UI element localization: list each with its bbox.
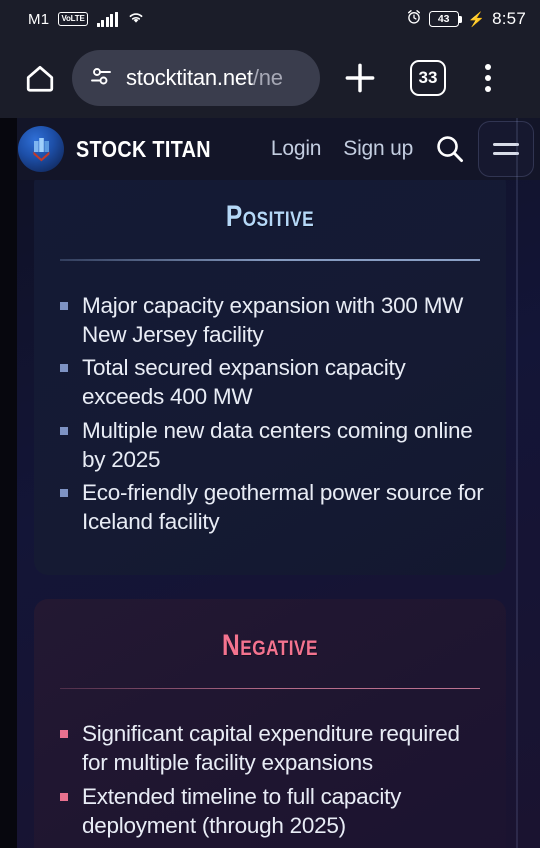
list-item: Significant capital expenditure required… <box>56 719 484 778</box>
status-bar-left: M1 VoLTE <box>28 9 145 29</box>
volte-badge: VoLTE <box>58 12 88 26</box>
list-item: Multiple new data centers coming online … <box>56 416 484 475</box>
positive-card-title: Positive <box>225 200 315 233</box>
alarm-clock-icon <box>406 9 422 30</box>
browser-menu-button[interactable] <box>464 50 512 106</box>
nav-signup-link[interactable]: Sign up <box>343 137 413 161</box>
url-host: stocktitan.net <box>126 65 253 90</box>
nav-login-link[interactable]: Login <box>271 137 322 161</box>
negative-card: Negative Significant capital expenditure… <box>34 598 506 848</box>
plus-icon <box>345 63 375 93</box>
charging-bolt-icon: ⚡ <box>467 10 486 27</box>
page-left-edge <box>0 118 17 848</box>
home-icon <box>26 65 54 92</box>
url-text[interactable]: stocktitan.net/ne <box>126 65 283 91</box>
kebab-menu-icon <box>485 75 491 81</box>
kebab-menu-icon <box>485 86 491 92</box>
search-button[interactable] <box>433 132 467 166</box>
tab-switcher-button[interactable]: 33 <box>402 52 454 104</box>
new-tab-button[interactable] <box>332 50 388 106</box>
battery-indicator: 43 <box>428 11 462 27</box>
tune-settings-icon[interactable] <box>88 65 114 92</box>
browser-toolbar: stocktitan.net/ne 33 <box>0 38 540 118</box>
search-icon <box>437 136 464 162</box>
negative-divider <box>60 687 480 689</box>
list-item: Extended timeline to full capacity deplo… <box>56 782 484 841</box>
positive-divider <box>60 259 480 261</box>
list-item: Major capacity expansion with 300 MW New… <box>56 291 484 350</box>
status-bar-right: 43 ⚡ 8:57 <box>406 9 526 30</box>
tab-count-label: 33 <box>410 60 446 96</box>
positive-bullet-list: Major capacity expansion with 300 MW New… <box>56 291 484 537</box>
site-header: STOCK TITAN Login Sign up <box>0 118 540 180</box>
list-item: Total secured expansion capacity exceeds… <box>56 353 484 412</box>
negative-card-title: Negative <box>221 628 319 662</box>
vertical-scrollbar[interactable] <box>516 118 518 848</box>
stock-titan-logo-icon[interactable] <box>18 126 64 172</box>
clock-time: 8:57 <box>492 9 526 28</box>
android-status-bar: M1 VoLTE 43 ⚡ 8:57 <box>0 0 540 38</box>
home-button[interactable] <box>18 56 62 100</box>
brand-wordmark[interactable]: STOCK TITAN <box>76 136 211 163</box>
phone-screen: M1 VoLTE 43 ⚡ 8:57 stocktitan.net/ne 33 … <box>0 0 540 848</box>
kebab-menu-icon <box>485 64 491 70</box>
wifi-icon <box>127 9 145 29</box>
hamburger-menu-button[interactable] <box>478 121 534 177</box>
page-content: Positive Major capacity expansion with 3… <box>0 170 540 848</box>
list-item: Eco-friendly geothermal power source for… <box>56 478 484 537</box>
signal-bars-icon <box>96 11 118 27</box>
negative-bullet-list: Significant capital expenditure required… <box>56 719 484 840</box>
page-viewport: STOCK TITAN Login Sign up Positive Major… <box>0 118 540 848</box>
url-bar[interactable]: stocktitan.net/ne <box>72 50 320 106</box>
site-nav: Login Sign up <box>271 137 413 161</box>
url-path: /ne <box>252 65 283 90</box>
carrier-label: M1 <box>28 10 50 28</box>
positive-card: Positive Major capacity expansion with 3… <box>34 170 506 575</box>
